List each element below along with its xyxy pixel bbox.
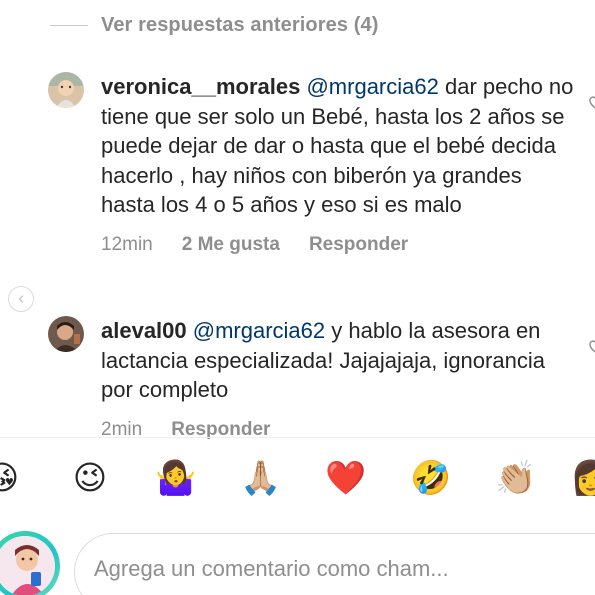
view-previous-replies-label: Ver respuestas anteriores (4) (101, 13, 379, 36)
current-user-avatar[interactable] (0, 531, 60, 595)
comment-content: veronica__morales @mrgarcia62 dar pecho … (101, 72, 581, 256)
comment-input-placeholder: Agrega un comentario como cham... (94, 556, 449, 581)
emoji-quick-bar: 😘 😉 🤷‍♀️ 🙏🏼 ❤️ 🤣 👏🏼 👩 (0, 458, 595, 510)
woman-emoji[interactable]: 👩 (570, 458, 595, 498)
comment-time: 12min (101, 233, 153, 255)
comment-text: aleval00 @mrgarcia62 y hablo la asesora … (101, 316, 581, 405)
red-heart-emoji[interactable]: ❤️ (325, 458, 366, 498)
comments-screen: Ver respuestas anteriores (4) veronica__… (0, 0, 595, 595)
comment-text: veronica__morales @mrgarcia62 dar pecho … (101, 72, 581, 220)
comment-content: aleval00 @mrgarcia62 y hablo la asesora … (101, 316, 581, 441)
comment-likes-link[interactable]: 2 Me gusta (182, 234, 280, 256)
reply-button[interactable]: Responder (309, 234, 408, 256)
face-blowing-kiss-emoji[interactable]: 😘 (0, 458, 22, 498)
comment-mention[interactable]: @mrgarcia62 (193, 318, 325, 343)
avatar[interactable] (48, 316, 84, 352)
avatar[interactable] (48, 72, 84, 108)
winking-face-emoji[interactable]: 😉 (70, 458, 110, 498)
person-shrugging-emoji[interactable]: 🤷‍♀️ (155, 458, 196, 498)
heart-outline-icon[interactable] (589, 96, 595, 110)
comment-username[interactable]: aleval00 (101, 318, 187, 343)
comment-username[interactable]: veronica__morales (101, 74, 300, 99)
clapping-hands-emoji[interactable]: 👏🏼 (495, 458, 536, 498)
chevron-left-icon[interactable] (8, 286, 34, 312)
view-previous-replies-button[interactable]: Ver respuestas anteriores (4) (50, 8, 378, 42)
comment-mention[interactable]: @mrgarcia62 (306, 74, 438, 99)
rolling-on-floor-laughing-emoji[interactable]: 🤣 (410, 458, 451, 498)
heart-outline-icon[interactable] (589, 340, 595, 354)
divider (0, 437, 595, 438)
folded-hands-emoji[interactable]: 🙏🏼 (240, 458, 281, 498)
comment-meta: 12min 2 Me gusta Responder (101, 234, 581, 256)
reply-thread-line (50, 24, 88, 26)
